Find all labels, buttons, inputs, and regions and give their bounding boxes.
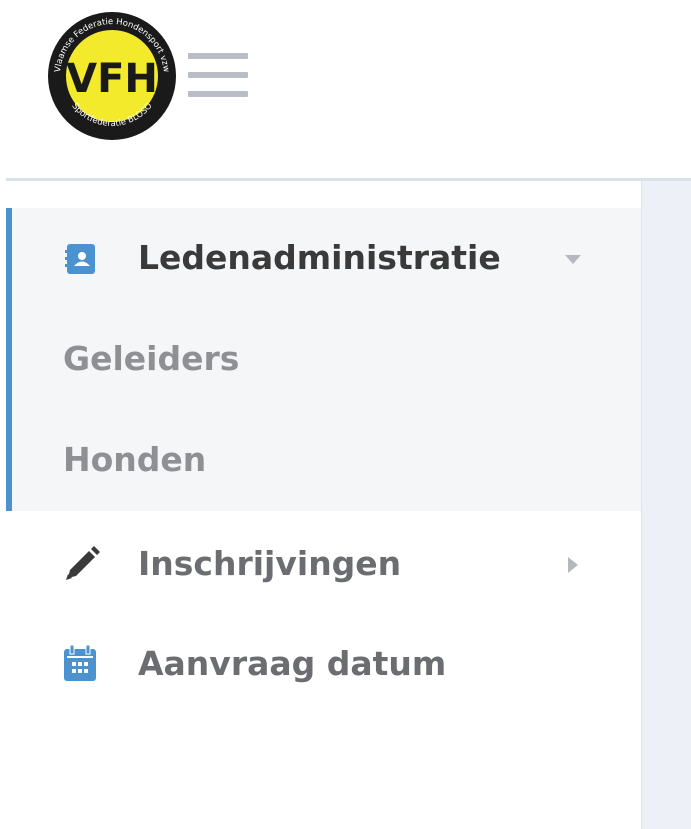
sidebar: Ledenadministratie Geleiders Honden Insc… <box>6 181 641 829</box>
sidebar-item-geleiders[interactable]: Geleiders <box>6 312 641 408</box>
sidebar-item-label: Aanvraag datum <box>138 644 447 683</box>
sidebar-item-label: Ledenadministratie <box>138 238 501 277</box>
sidebar-item-label: Inschrijvingen <box>138 544 402 583</box>
hamburger-icon[interactable] <box>188 53 248 101</box>
sidebar-item-honden[interactable]: Honden <box>6 413 641 509</box>
caret-down-icon <box>565 255 581 264</box>
calendar-icon <box>64 645 96 681</box>
sidebar-subitem-label: Honden <box>63 440 207 479</box>
sidebar-item-ledenadministratie[interactable]: Ledenadministratie <box>6 208 641 308</box>
top-bar: Vlaamse Federatie Hondensport vzw Sportf… <box>0 0 691 178</box>
svg-text:VFH: VFH <box>66 56 158 102</box>
vfh-logo[interactable]: Vlaamse Federatie Hondensport vzw Sportf… <box>47 11 177 141</box>
sidebar-subitem-label: Geleiders <box>63 339 240 378</box>
contacts-book-icon <box>65 244 95 274</box>
sidebar-item-aanvraag-datum[interactable]: Aanvraag datum <box>6 618 641 716</box>
caret-right-icon <box>568 557 578 573</box>
sidebar-item-inschrijvingen[interactable]: Inschrijvingen <box>6 516 641 614</box>
pencil-icon <box>66 546 100 580</box>
main-content-area <box>641 181 691 829</box>
sidebar-group-ledenadministratie: Ledenadministratie Geleiders Honden <box>6 208 641 511</box>
